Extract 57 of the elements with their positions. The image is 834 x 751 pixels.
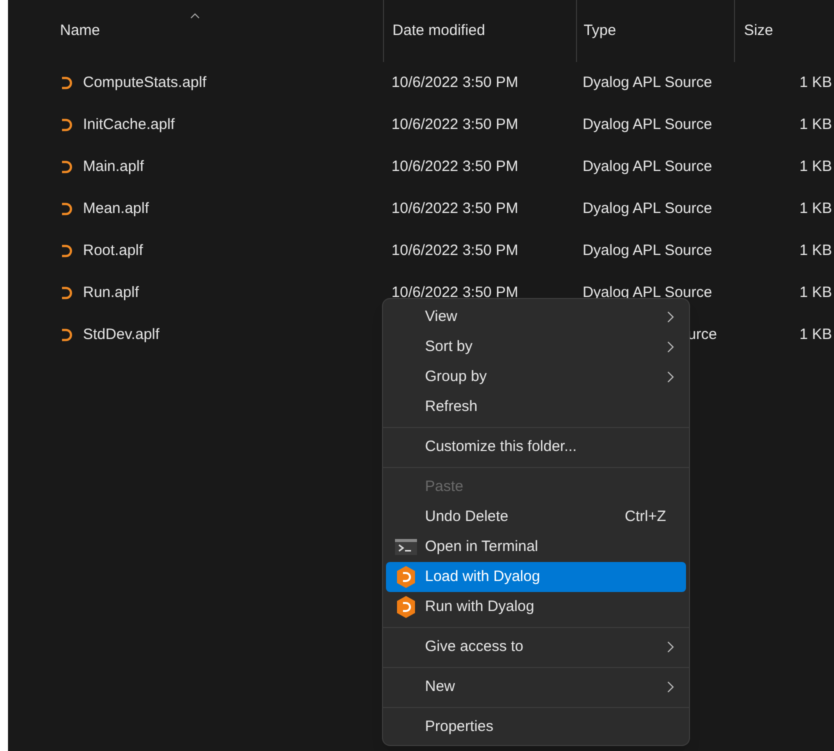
size-cell-text: 1 KB — [799, 240, 832, 261]
date-cell: 10/6/2022 3:50 PM — [392, 242, 518, 259]
size-cell-text: 1 KB — [799, 198, 832, 219]
file-icon — [60, 244, 74, 258]
file-icon — [60, 328, 74, 342]
size-cell-text: 1 KB — [799, 114, 832, 135]
file-name[interactable]: Main.aplf — [83, 156, 144, 178]
column-header[interactable]: Date modified — [382, 0, 576, 62]
file-icon — [60, 160, 74, 174]
file-name[interactable]: InitCache.aplf — [83, 114, 175, 136]
file-name[interactable]: Root.aplf — [83, 240, 144, 262]
file-name[interactable]: Mean.aplf — [83, 198, 149, 220]
file-icon — [60, 286, 74, 300]
file-icon — [60, 202, 74, 216]
date-cell: 10/6/2022 3:50 PM — [392, 116, 518, 133]
file-name[interactable]: ComputeStats.aplf — [83, 72, 206, 94]
terminal-icon — [394, 539, 416, 555]
date-cell: 10/6/2022 3:50 PM — [392, 74, 518, 91]
column-header[interactable]: Size — [734, 0, 834, 62]
chevron-right-icon — [667, 681, 674, 693]
file-name[interactable]: Run.aplf — [83, 282, 139, 304]
chevron-right-icon — [667, 371, 674, 383]
chevron-right-icon — [667, 311, 674, 323]
chevron-right-icon — [667, 641, 674, 653]
date-cell: 10/6/2022 3:50 PM — [392, 200, 518, 217]
menu-item[interactable]: Properties — [386, 712, 686, 742]
menu-item[interactable]: View — [386, 302, 686, 332]
type-cell: Dyalog APL Source — [582, 242, 712, 259]
type-cell: Dyalog APL Source — [582, 158, 712, 175]
type-cell: Dyalog APL Source — [582, 116, 712, 133]
size-cell-text: 1 KB — [799, 72, 832, 93]
file-icon — [60, 76, 74, 90]
menu-item[interactable]: Undo Delete Ctrl+Z — [386, 502, 686, 532]
menu-item[interactable]: Sort by — [386, 332, 686, 362]
chevron-right-icon — [667, 341, 674, 353]
file-icon — [60, 118, 74, 132]
menu-item[interactable]: Customize this folder... — [386, 432, 686, 462]
menu-item[interactable]: New — [386, 672, 686, 702]
type-cell: Dyalog APL Source — [582, 200, 712, 217]
menu-item[interactable]: Run with Dyalog — [386, 592, 686, 622]
menu-item[interactable]: Open in Terminal — [386, 532, 686, 562]
type-cell: Dyalog APL Source — [582, 74, 712, 91]
size-cell-text: 1 KB — [799, 324, 832, 345]
menu-item[interactable]: Load with Dyalog — [386, 562, 686, 592]
column-header[interactable]: Type — [576, 0, 734, 62]
size-cell-text: 1 KB — [799, 156, 832, 177]
menu-item[interactable]: Group by — [386, 362, 686, 392]
hexagon-logo-icon — [396, 596, 416, 618]
date-cell: 10/6/2022 3:50 PM — [392, 158, 518, 175]
sort-up-icon — [190, 13, 200, 19]
column-header[interactable]: Name — [8, 0, 383, 62]
size-cell-text: 1 KB — [799, 282, 832, 303]
file-name[interactable]: StdDev.aplf — [83, 324, 160, 346]
date-cell: 10/6/2022 3:50 PM — [392, 284, 518, 301]
menu-item[interactable]: Refresh — [386, 392, 686, 422]
hexagon-logo-icon — [396, 566, 416, 588]
menu-item[interactable]: Give access to — [386, 632, 686, 662]
